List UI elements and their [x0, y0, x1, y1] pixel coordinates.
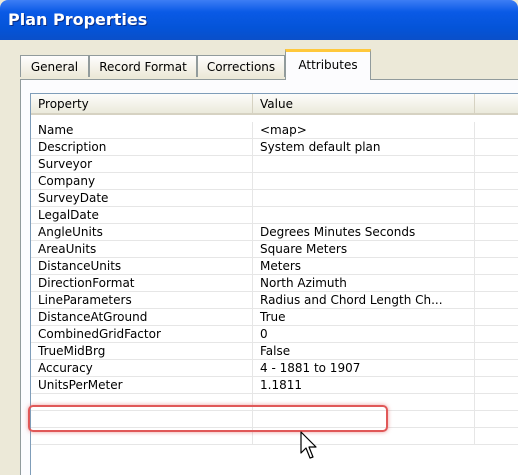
table-row[interactable]: Surveyor — [31, 156, 518, 173]
mouse-pointer-icon — [300, 431, 317, 459]
property-name-cell: CombinedGridFactor — [31, 326, 253, 342]
table-row[interactable]: DistanceAtGround True — [31, 309, 518, 326]
property-value-cell[interactable]: System default plan — [253, 139, 475, 155]
row-filler — [475, 377, 518, 393]
table-row[interactable]: TrueMidBrg False — [31, 343, 518, 360]
header-filler — [475, 94, 518, 113]
tab-general[interactable]: General — [20, 55, 89, 77]
property-name-cell: DistanceUnits — [31, 258, 253, 274]
table-row[interactable]: LegalDate — [31, 207, 518, 224]
tab-record-format[interactable]: Record Format — [89, 55, 197, 77]
table-row[interactable]: AngleUnits Degrees Minutes Seconds — [31, 224, 518, 241]
row-filler — [475, 156, 518, 172]
property-value-cell[interactable] — [253, 190, 475, 206]
row-filler — [475, 258, 518, 274]
row-filler — [475, 394, 518, 410]
row-filler — [475, 275, 518, 291]
property-name-cell: Surveyor — [31, 156, 253, 172]
row-filler — [475, 292, 518, 308]
table-row[interactable]: Accuracy 4 - 1881 to 1907 — [31, 360, 518, 377]
property-value-cell[interactable]: 1.1811 — [253, 377, 475, 393]
title-bar: Plan Properties — [0, 0, 518, 40]
property-name-cell: LegalDate — [31, 207, 253, 223]
row-filler — [475, 326, 518, 342]
table-row[interactable]: DistanceUnits Meters — [31, 258, 518, 275]
property-name-cell: Name — [31, 122, 253, 138]
window-title: Plan Properties — [8, 10, 148, 29]
header-property[interactable]: Property — [31, 94, 253, 113]
grid-header: Property Value — [31, 94, 518, 115]
row-filler — [475, 411, 518, 427]
property-name-cell: DistanceAtGround — [31, 309, 253, 325]
property-name-cell: Description — [31, 139, 253, 155]
row-filler — [475, 190, 518, 206]
table-row[interactable]: DirectionFormat North Azimuth — [31, 275, 518, 292]
property-name-cell: TrueMidBrg — [31, 343, 253, 359]
row-filler — [475, 360, 518, 376]
property-name-cell: DirectionFormat — [31, 275, 253, 291]
table-row[interactable]: Company — [31, 173, 518, 190]
table-row[interactable]: SurveyDate — [31, 190, 518, 207]
property-value-cell[interactable]: North Azimuth — [253, 275, 475, 291]
table-row[interactable]: CombinedGridFactor 0 — [31, 326, 518, 343]
property-value-cell[interactable]: Square Meters — [253, 241, 475, 257]
property-value-cell[interactable] — [253, 156, 475, 172]
row-filler — [475, 139, 518, 155]
property-value-cell[interactable] — [253, 173, 475, 189]
property-value-cell[interactable]: Meters — [253, 258, 475, 274]
property-name-cell: Accuracy — [31, 360, 253, 376]
table-row[interactable]: Name <map> — [31, 122, 518, 139]
table-row[interactable]: Description System default plan — [31, 139, 518, 156]
property-name-cell: SurveyDate — [31, 190, 253, 206]
row-filler — [475, 309, 518, 325]
property-value-cell[interactable]: True — [253, 309, 475, 325]
property-value-cell[interactable]: 4 - 1881 to 1907 — [253, 360, 475, 376]
property-value-cell[interactable]: <map> — [253, 122, 475, 138]
row-filler — [475, 428, 518, 444]
property-name-cell: UnitsPerMeter — [31, 377, 253, 393]
property-name-cell: Company — [31, 173, 253, 189]
row-filler — [475, 241, 518, 257]
property-value-cell[interactable]: 0 — [253, 326, 475, 342]
row-filler — [475, 224, 518, 240]
property-name-cell: AreaUnits — [31, 241, 253, 257]
highlight-box — [28, 405, 388, 432]
table-row[interactable]: LineParameters Radius and Chord Length C… — [31, 292, 518, 309]
property-name-cell: AngleUnits — [31, 224, 253, 240]
header-value[interactable]: Value — [253, 94, 475, 113]
table-row[interactable]: AreaUnits Square Meters — [31, 241, 518, 258]
table-row[interactable]: UnitsPerMeter 1.1811 — [31, 377, 518, 394]
tab-corrections[interactable]: Corrections — [197, 55, 285, 77]
tab-attributes[interactable]: Attributes — [285, 49, 371, 80]
property-value-cell[interactable]: False — [253, 343, 475, 359]
row-filler — [475, 343, 518, 359]
property-name-cell: LineParameters — [31, 292, 253, 308]
row-filler — [475, 122, 518, 138]
row-filler — [475, 173, 518, 189]
property-value-cell[interactable] — [253, 207, 475, 223]
property-value-cell[interactable]: Radius and Chord Length Ch... — [253, 292, 475, 308]
property-value-cell[interactable]: Degrees Minutes Seconds — [253, 224, 475, 240]
row-filler — [475, 207, 518, 223]
